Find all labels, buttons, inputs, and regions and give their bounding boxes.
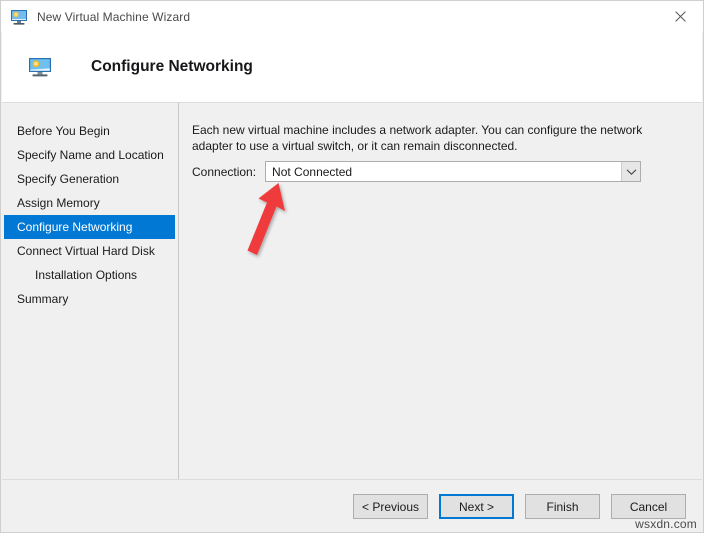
wizard-footer: < Previous Next > Finish Cancel wsxdn.co…: [2, 479, 702, 532]
sidebar-item-label: Assign Memory: [17, 196, 100, 210]
sidebar-item-assign-memory[interactable]: Assign Memory: [4, 191, 175, 215]
virtual-machine-monitor-icon: [28, 55, 52, 79]
virtual-machine-monitor-icon: [10, 8, 28, 26]
watermark: wsxdn.com: [635, 517, 697, 531]
cancel-button[interactable]: Cancel: [611, 494, 686, 519]
title-bar: New Virtual Machine Wizard: [1, 1, 703, 32]
previous-button[interactable]: < Previous: [353, 494, 428, 519]
next-button-label: Next >: [459, 500, 494, 514]
button-bar: < Previous Next > Finish Cancel: [353, 494, 686, 519]
connection-row: Connection: Not Connected: [192, 161, 641, 182]
finish-button-label: Finish: [546, 500, 578, 514]
wizard-step-list: Before You Begin Specify Name and Locati…: [2, 103, 179, 479]
description-text: Each new virtual machine includes a netw…: [192, 122, 678, 154]
sidebar-item-installation-options[interactable]: Installation Options: [4, 263, 175, 287]
previous-button-label: < Previous: [362, 500, 419, 514]
new-virtual-machine-wizard-window: New Virtual Machine Wizard Configure Net…: [0, 0, 704, 533]
red-arrow-annotation: [238, 181, 298, 261]
sidebar-item-connect-virtual-hard-disk[interactable]: Connect Virtual Hard Disk: [4, 239, 175, 263]
wizard-content-pane: Each new virtual machine includes a netw…: [180, 103, 702, 479]
sidebar-item-summary[interactable]: Summary: [4, 287, 175, 311]
sidebar-item-specify-generation[interactable]: Specify Generation: [4, 167, 175, 191]
page-title: Configure Networking: [91, 58, 253, 76]
connection-label: Connection:: [192, 165, 256, 179]
sidebar-item-label: Before You Begin: [17, 124, 110, 138]
sidebar-item-specify-name-and-location[interactable]: Specify Name and Location: [4, 143, 175, 167]
sidebar-item-label: Specify Name and Location: [17, 148, 164, 162]
connection-combobox[interactable]: Not Connected: [265, 161, 641, 182]
sidebar-item-label: Specify Generation: [17, 172, 119, 186]
close-button[interactable]: [658, 1, 703, 31]
sidebar-item-label: Summary: [17, 292, 68, 306]
cancel-button-label: Cancel: [630, 500, 667, 514]
close-icon: [675, 11, 686, 22]
wizard-body: Before You Begin Specify Name and Locati…: [2, 103, 702, 479]
sidebar-item-configure-networking[interactable]: Configure Networking: [4, 215, 175, 239]
chevron-down-icon[interactable]: [621, 162, 640, 181]
sidebar-item-label: Configure Networking: [17, 220, 132, 234]
finish-button[interactable]: Finish: [525, 494, 600, 519]
page-header: Configure Networking: [2, 32, 702, 103]
sidebar-item-label: Installation Options: [35, 268, 137, 282]
window-title: New Virtual Machine Wizard: [37, 10, 190, 24]
connection-selected-value: Not Connected: [266, 165, 352, 179]
next-button[interactable]: Next >: [439, 494, 514, 519]
sidebar-item-label: Connect Virtual Hard Disk: [17, 244, 155, 258]
sidebar-item-before-you-begin[interactable]: Before You Begin: [4, 119, 175, 143]
